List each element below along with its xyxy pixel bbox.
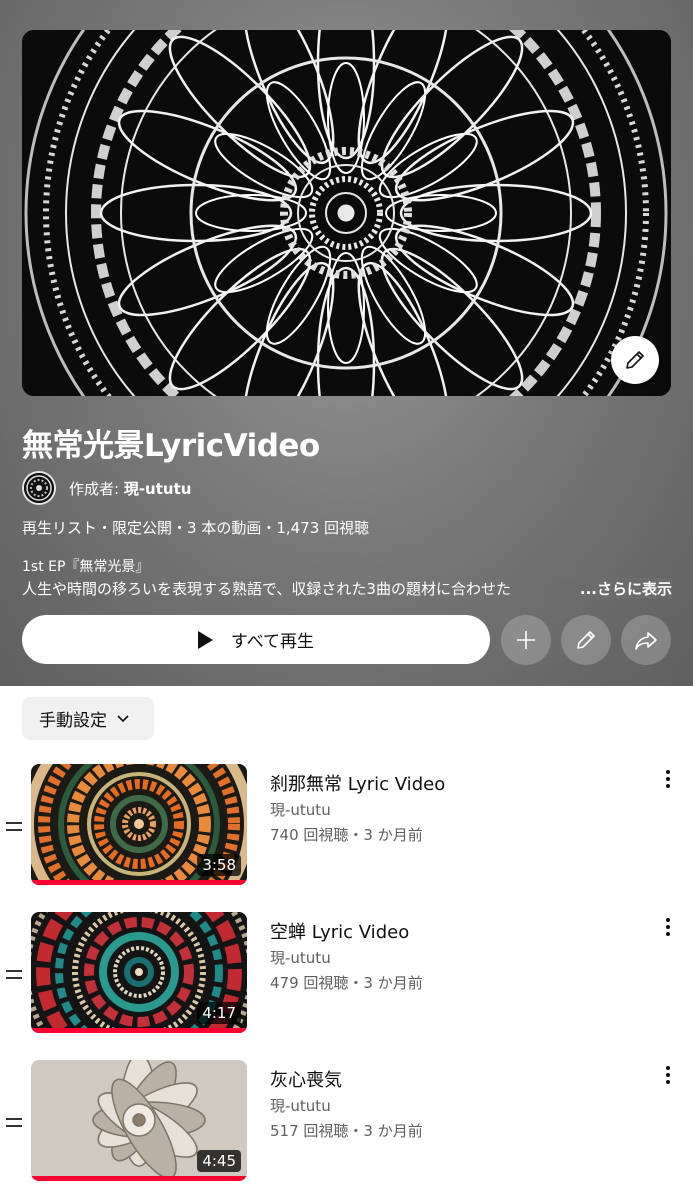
playlist-description-line2: 人生や時間の移ろいを表現する熟語で、収録された3曲の題材に合わせた ...さらに… <box>22 578 672 600</box>
playlist-meta: 再生リスト・限定公開・3 本の動画・1,473 回視聴 <box>22 519 370 537</box>
video-channel[interactable]: 現-ututu <box>270 1095 331 1116</box>
video-thumbnail[interactable]: 4:45 <box>31 1060 247 1181</box>
video-title[interactable]: 空蝉 Lyric Video <box>270 918 409 944</box>
playlist-owner[interactable]: 作成者: 現-ututu <box>22 470 191 506</box>
video-title[interactable]: 灰心喪気 <box>270 1066 342 1092</box>
playlist-header: 無常光景LyricVideo 作成者: 現-ututu 再生リスト・限定公開・3… <box>0 0 693 686</box>
video-duration: 3:58 <box>197 854 241 876</box>
owner-label[interactable]: 作成者: 現-ututu <box>69 478 191 499</box>
video-duration: 4:45 <box>197 1150 241 1172</box>
chevron-down-icon <box>117 714 129 722</box>
drag-handle-icon[interactable] <box>6 970 22 980</box>
add-to-library-button[interactable] <box>501 615 551 665</box>
watch-progress-bar <box>31 880 247 885</box>
more-options-icon[interactable] <box>660 916 676 938</box>
video-thumbnail[interactable]: 3:58 <box>31 764 247 885</box>
playlist-title: 無常光景LyricVideo <box>22 428 320 464</box>
list-item[interactable]: 4:45 灰心喪気 現-ututu 517 回視聴・3 か月前 <box>0 1060 693 1188</box>
show-more-link[interactable]: ...さらに表示 <box>577 578 672 599</box>
list-item[interactable]: 3:58 刹那無常 Lyric Video 現-ututu 740 回視聴・3 … <box>0 764 693 892</box>
sort-selected-label: 手動設定 <box>39 711 107 731</box>
avatar[interactable] <box>22 471 56 505</box>
video-channel[interactable]: 現-ututu <box>270 799 331 820</box>
edit-playlist-button[interactable] <box>561 615 611 665</box>
list-item[interactable]: 4:17 空蝉 Lyric Video 現-ututu 479 回視聴・3 か月… <box>0 912 693 1040</box>
video-meta: 740 回視聴・3 か月前 <box>270 826 423 844</box>
more-options-icon[interactable] <box>660 1064 676 1086</box>
video-channel[interactable]: 現-ututu <box>270 947 331 968</box>
video-title[interactable]: 刹那無常 Lyric Video <box>270 770 445 796</box>
mandala-artwork <box>22 30 671 396</box>
drag-handle-icon[interactable] <box>6 822 22 832</box>
share-icon <box>635 632 657 650</box>
description-text: 人生や時間の移ろいを表現する熟語で、収録された3曲の題材に合わせた <box>22 580 511 598</box>
video-meta: 479 回視聴・3 か月前 <box>270 974 423 992</box>
playlist-cover-image[interactable] <box>22 30 671 396</box>
owner-name[interactable]: 現-ututu <box>124 480 192 498</box>
plus-icon <box>517 631 535 649</box>
video-duration: 4:17 <box>197 1002 241 1024</box>
drag-handle-icon[interactable] <box>6 1118 22 1128</box>
play-icon <box>197 630 213 649</box>
watch-progress-bar <box>31 1176 247 1181</box>
pencil-icon <box>577 631 595 649</box>
share-button[interactable] <box>621 615 671 665</box>
sort-dropdown[interactable]: 手動設定 <box>22 697 154 740</box>
watch-progress-bar <box>31 1028 247 1033</box>
playlist-description-line1: 1st EP『無常光景』 <box>22 559 150 575</box>
pencil-icon <box>626 351 644 369</box>
video-meta: 517 回視聴・3 か月前 <box>270 1122 423 1140</box>
more-options-icon[interactable] <box>660 768 676 790</box>
play-all-button[interactable]: すべて再生 <box>22 615 490 664</box>
cover-edit-button[interactable] <box>611 336 659 384</box>
play-all-label: すべて再生 <box>230 632 315 652</box>
video-thumbnail[interactable]: 4:17 <box>31 912 247 1033</box>
owner-prefix: 作成者: <box>69 479 124 498</box>
